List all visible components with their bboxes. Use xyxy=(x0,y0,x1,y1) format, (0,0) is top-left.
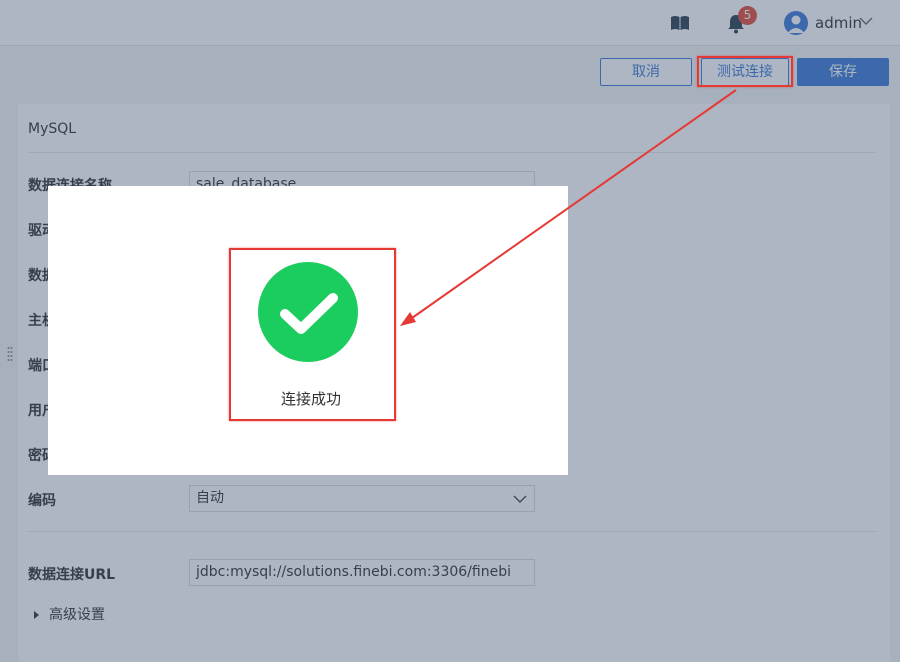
check-circle-icon xyxy=(258,262,358,362)
success-message: 连接成功 xyxy=(280,390,341,408)
